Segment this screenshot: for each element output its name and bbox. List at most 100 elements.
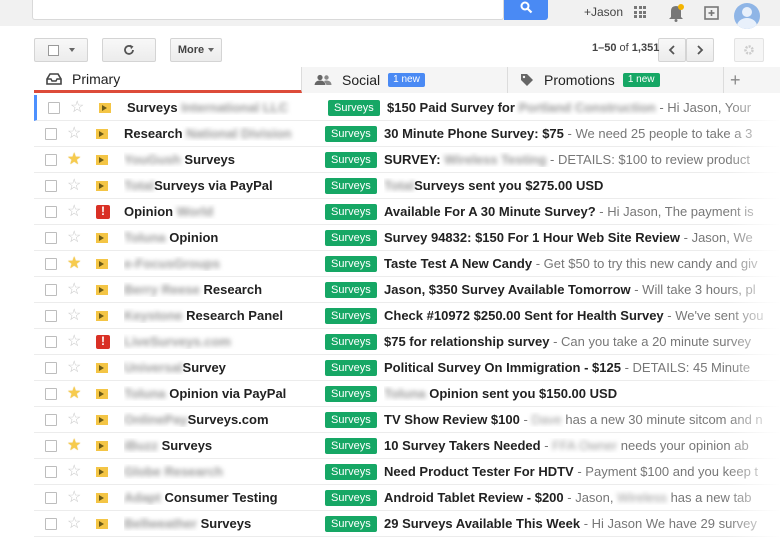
label-chip[interactable]: Surveys — [325, 177, 377, 194]
star-icon[interactable]: ★ — [67, 255, 81, 272]
importance-marker-icon[interactable] — [96, 492, 108, 503]
importance-marker-icon[interactable] — [96, 284, 108, 295]
urgent-icon[interactable] — [96, 334, 110, 349]
importance-marker-icon[interactable] — [96, 466, 108, 477]
refresh-button[interactable] — [102, 38, 156, 62]
email-row[interactable]: ★ iBuzz Surveys Surveys 10 Survey Takers Ne… — [34, 433, 780, 459]
star-icon[interactable]: ☆ — [67, 411, 81, 428]
star-icon[interactable]: ☆ — [67, 177, 81, 194]
row-checkbox[interactable] — [45, 231, 57, 244]
row-checkbox[interactable] — [45, 205, 57, 218]
email-row[interactable]: ☆ Research National Division Surveys 30 Min… — [34, 121, 780, 147]
label-chip[interactable]: Surveys — [325, 489, 377, 506]
email-row[interactable]: ★ e-FocusGroups Surveys Taste Test A New Ca… — [34, 251, 780, 277]
star-icon[interactable]: ★ — [67, 437, 81, 454]
star-icon[interactable]: ☆ — [67, 333, 81, 350]
email-row[interactable]: ☆ TotalSurveys via PayPal Surveys TotalSurv… — [34, 173, 780, 199]
email-row[interactable]: ☆ Keystone Research Panel Surveys Check #10… — [34, 303, 780, 329]
star-icon[interactable]: ☆ — [67, 125, 81, 142]
email-row[interactable]: ☆ Toluna Opinion Surveys Survey 94832: $150… — [34, 225, 780, 251]
label-chip[interactable]: Surveys — [325, 307, 377, 324]
row-checkbox[interactable] — [45, 361, 57, 374]
row-checkbox[interactable] — [45, 517, 57, 530]
label-chip[interactable]: Surveys — [325, 229, 377, 246]
row-checkbox[interactable] — [45, 257, 57, 270]
row-checkbox[interactable] — [45, 491, 57, 504]
star-icon[interactable]: ☆ — [67, 229, 81, 246]
importance-marker-icon[interactable] — [96, 154, 108, 165]
star-icon[interactable]: ★ — [67, 151, 81, 168]
email-row[interactable]: ☆ Berry Reese Research Surveys Jason, $350 … — [34, 277, 780, 303]
importance-marker-icon[interactable] — [96, 518, 108, 529]
star-icon[interactable]: ☆ — [67, 307, 81, 324]
row-checkbox[interactable] — [45, 387, 57, 400]
star-icon[interactable]: ☆ — [67, 203, 81, 220]
importance-marker-icon[interactable] — [96, 232, 108, 243]
row-checkbox[interactable] — [45, 439, 57, 452]
label-chip[interactable]: Surveys — [325, 203, 377, 220]
email-row[interactable]: ★ YouGush Surveys Surveys SURVEY: Wireless … — [34, 147, 780, 173]
importance-marker-icon[interactable] — [96, 310, 108, 321]
email-row[interactable]: ☆Opinion WorldSurveysAvailable For A 30 … — [34, 199, 780, 225]
email-row[interactable]: ☆ Globe Research Surveys Need Product Teste… — [34, 459, 780, 485]
email-row[interactable]: ☆ LiveSurveys.com Surveys $75 for relations… — [34, 329, 780, 355]
label-chip[interactable]: Surveys — [325, 515, 377, 532]
label-chip[interactable]: Surveys — [328, 99, 380, 116]
row-checkbox[interactable] — [45, 283, 57, 296]
importance-marker-icon[interactable] — [96, 440, 108, 451]
apps-grid-icon[interactable] — [634, 6, 646, 18]
star-icon[interactable]: ☆ — [70, 99, 84, 116]
importance-marker-icon[interactable] — [96, 180, 108, 191]
label-chip[interactable]: Surveys — [325, 437, 377, 454]
row-checkbox[interactable] — [45, 465, 57, 478]
tab-social[interactable]: Social 1 new — [302, 67, 508, 93]
importance-marker-icon[interactable] — [96, 388, 108, 399]
email-row[interactable]: ☆ Adapt Consumer Testing Surveys Android Ta… — [34, 485, 780, 511]
user-link[interactable]: +Jason — [584, 5, 623, 19]
star-icon[interactable]: ☆ — [67, 489, 81, 506]
search-input[interactable] — [32, 0, 504, 20]
star-icon[interactable]: ☆ — [67, 515, 81, 532]
label-chip[interactable]: Surveys — [325, 151, 377, 168]
label-chip[interactable]: Surveys — [325, 359, 377, 376]
label-chip[interactable]: Surveys — [325, 411, 377, 428]
row-checkbox[interactable] — [45, 153, 57, 166]
email-row[interactable]: ☆ Bellweather Surveys Surveys 29 Surveys Av… — [34, 511, 780, 537]
select-all-checkbox[interactable] — [34, 38, 88, 62]
add-tab-button[interactable]: + — [724, 67, 780, 93]
avatar[interactable] — [734, 3, 760, 29]
importance-marker-icon[interactable] — [96, 128, 108, 139]
email-row[interactable]: ☆ UniversalSurvey Surveys Political Survey … — [34, 355, 780, 381]
tab-primary[interactable]: Primary — [34, 67, 302, 93]
email-row[interactable]: ☆ Surveys International LLC Surveys $150 Pa… — [34, 95, 780, 121]
row-checkbox[interactable] — [48, 101, 60, 114]
importance-marker-icon[interactable] — [99, 102, 111, 113]
settings-button[interactable] — [734, 38, 764, 62]
row-checkbox[interactable] — [45, 127, 57, 140]
more-button[interactable]: More — [170, 38, 222, 62]
label-chip[interactable]: Surveys — [325, 255, 377, 272]
label-chip[interactable]: Surveys — [325, 333, 377, 350]
email-row[interactable]: ☆ OnlinePaySurveys.com Surveys TV Show Revi… — [34, 407, 780, 433]
importance-marker-icon[interactable] — [96, 414, 108, 425]
notifications-bell-icon[interactable] — [668, 4, 684, 25]
tab-promotions[interactable]: Promotions 1 new — [508, 67, 724, 93]
newer-page-button[interactable] — [686, 38, 714, 62]
share-plus-icon[interactable] — [704, 4, 720, 23]
star-icon[interactable]: ☆ — [67, 281, 81, 298]
row-checkbox[interactable] — [45, 309, 57, 322]
row-checkbox[interactable] — [45, 179, 57, 192]
star-icon[interactable]: ☆ — [67, 359, 81, 376]
older-page-button[interactable] — [658, 38, 686, 62]
star-icon[interactable]: ☆ — [67, 463, 81, 480]
email-row[interactable]: ★ Toluna Opinion via PayPal Surveys Toluna … — [34, 381, 780, 407]
label-chip[interactable]: Surveys — [325, 125, 377, 142]
label-chip[interactable]: Surveys — [325, 463, 377, 480]
label-chip[interactable]: Surveys — [325, 385, 377, 402]
row-checkbox[interactable] — [45, 413, 57, 426]
importance-marker-icon[interactable] — [96, 258, 108, 269]
row-checkbox[interactable] — [45, 335, 57, 348]
importance-marker-icon[interactable] — [96, 362, 108, 373]
urgent-icon[interactable] — [96, 204, 110, 219]
search-button[interactable] — [504, 0, 548, 20]
